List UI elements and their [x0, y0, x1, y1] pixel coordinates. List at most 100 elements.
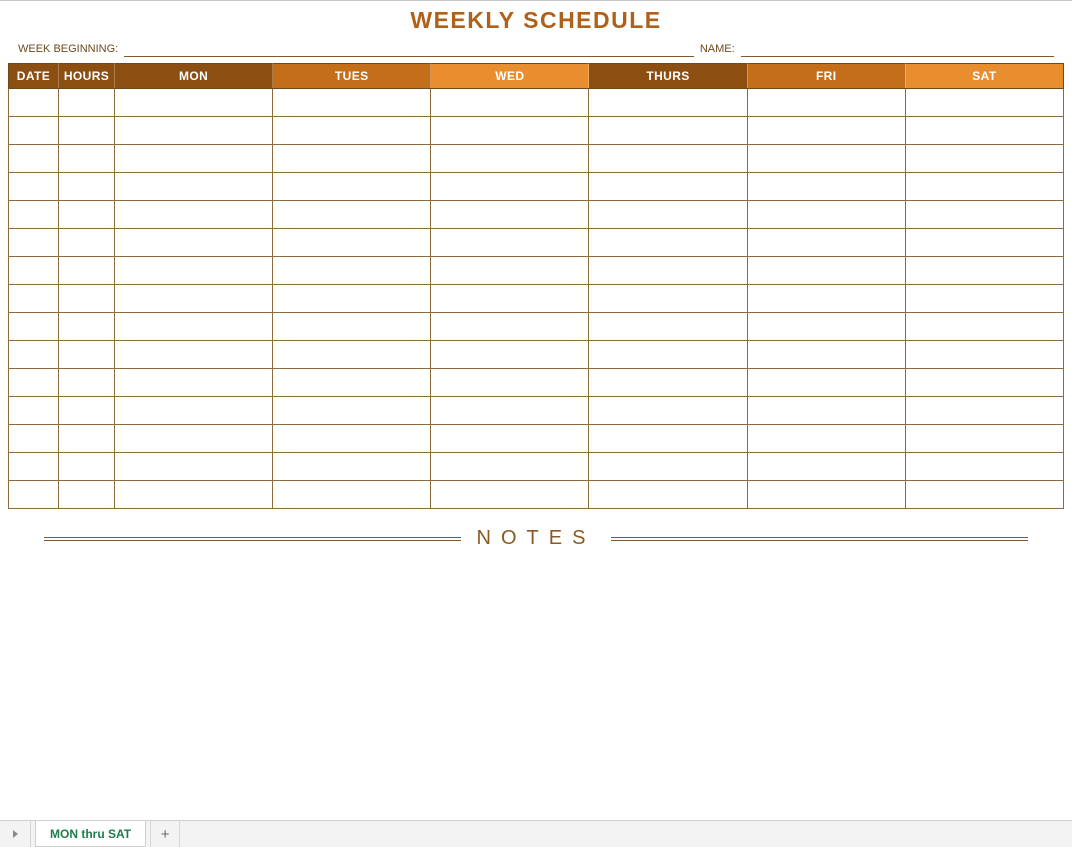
cell[interactable]: [9, 425, 59, 453]
cell[interactable]: [431, 313, 589, 341]
cell[interactable]: [905, 117, 1063, 145]
cell[interactable]: [273, 145, 431, 173]
cell[interactable]: [589, 89, 747, 117]
cell[interactable]: [115, 397, 273, 425]
cell[interactable]: [273, 313, 431, 341]
cell[interactable]: [431, 341, 589, 369]
cell[interactable]: [747, 313, 905, 341]
cell[interactable]: [9, 285, 59, 313]
cell[interactable]: [9, 117, 59, 145]
cell[interactable]: [747, 453, 905, 481]
cell[interactable]: [273, 173, 431, 201]
cell[interactable]: [905, 173, 1063, 201]
sheet-nav-button[interactable]: [0, 821, 31, 847]
cell[interactable]: [115, 145, 273, 173]
cell[interactable]: [589, 369, 747, 397]
cell[interactable]: [9, 313, 59, 341]
cell[interactable]: [905, 229, 1063, 257]
week-beginning-field[interactable]: [124, 42, 694, 57]
cell[interactable]: [59, 313, 115, 341]
cell[interactable]: [273, 397, 431, 425]
cell[interactable]: [115, 425, 273, 453]
sheet-tab-active[interactable]: MON thru SAT: [35, 821, 146, 847]
cell[interactable]: [115, 285, 273, 313]
cell[interactable]: [431, 453, 589, 481]
cell[interactable]: [273, 341, 431, 369]
cell[interactable]: [115, 313, 273, 341]
cell[interactable]: [589, 397, 747, 425]
cell[interactable]: [431, 257, 589, 285]
cell[interactable]: [747, 341, 905, 369]
cell[interactable]: [115, 453, 273, 481]
cell[interactable]: [905, 369, 1063, 397]
cell[interactable]: [905, 257, 1063, 285]
cell[interactable]: [431, 369, 589, 397]
cell[interactable]: [115, 257, 273, 285]
cell[interactable]: [115, 481, 273, 509]
cell[interactable]: [747, 173, 905, 201]
cell[interactable]: [59, 425, 115, 453]
cell[interactable]: [115, 117, 273, 145]
cell[interactable]: [431, 285, 589, 313]
cell[interactable]: [905, 285, 1063, 313]
cell[interactable]: [273, 89, 431, 117]
cell[interactable]: [273, 229, 431, 257]
cell[interactable]: [9, 173, 59, 201]
cell[interactable]: [589, 313, 747, 341]
cell[interactable]: [273, 257, 431, 285]
cell[interactable]: [115, 369, 273, 397]
cell[interactable]: [589, 145, 747, 173]
cell[interactable]: [59, 397, 115, 425]
cell[interactable]: [747, 257, 905, 285]
cell[interactable]: [9, 145, 59, 173]
cell[interactable]: [431, 89, 589, 117]
cell[interactable]: [431, 229, 589, 257]
cell[interactable]: [9, 481, 59, 509]
cell[interactable]: [589, 425, 747, 453]
cell[interactable]: [905, 201, 1063, 229]
cell[interactable]: [747, 397, 905, 425]
cell[interactable]: [115, 201, 273, 229]
cell[interactable]: [115, 89, 273, 117]
cell[interactable]: [9, 201, 59, 229]
cell[interactable]: [9, 257, 59, 285]
cell[interactable]: [9, 453, 59, 481]
cell[interactable]: [747, 481, 905, 509]
cell[interactable]: [589, 285, 747, 313]
cell[interactable]: [905, 313, 1063, 341]
cell[interactable]: [589, 341, 747, 369]
cell[interactable]: [747, 145, 905, 173]
cell[interactable]: [589, 229, 747, 257]
cell[interactable]: [59, 201, 115, 229]
cell[interactable]: [273, 425, 431, 453]
name-field[interactable]: [741, 42, 1054, 57]
cell[interactable]: [747, 285, 905, 313]
cell[interactable]: [9, 89, 59, 117]
cell[interactable]: [115, 229, 273, 257]
cell[interactable]: [273, 481, 431, 509]
cell[interactable]: [905, 341, 1063, 369]
cell[interactable]: [747, 117, 905, 145]
cell[interactable]: [9, 229, 59, 257]
cell[interactable]: [273, 369, 431, 397]
cell[interactable]: [115, 341, 273, 369]
cell[interactable]: [905, 145, 1063, 173]
cell[interactable]: [59, 117, 115, 145]
cell[interactable]: [905, 425, 1063, 453]
cell[interactable]: [747, 89, 905, 117]
cell[interactable]: [431, 117, 589, 145]
cell[interactable]: [589, 481, 747, 509]
cell[interactable]: [431, 201, 589, 229]
cell[interactable]: [59, 229, 115, 257]
cell[interactable]: [747, 229, 905, 257]
cell[interactable]: [273, 285, 431, 313]
cell[interactable]: [431, 397, 589, 425]
cell[interactable]: [431, 481, 589, 509]
cell[interactable]: [115, 173, 273, 201]
cell[interactable]: [905, 397, 1063, 425]
cell[interactable]: [59, 173, 115, 201]
cell[interactable]: [273, 117, 431, 145]
cell[interactable]: [59, 453, 115, 481]
cell[interactable]: [9, 397, 59, 425]
cell[interactable]: [431, 425, 589, 453]
